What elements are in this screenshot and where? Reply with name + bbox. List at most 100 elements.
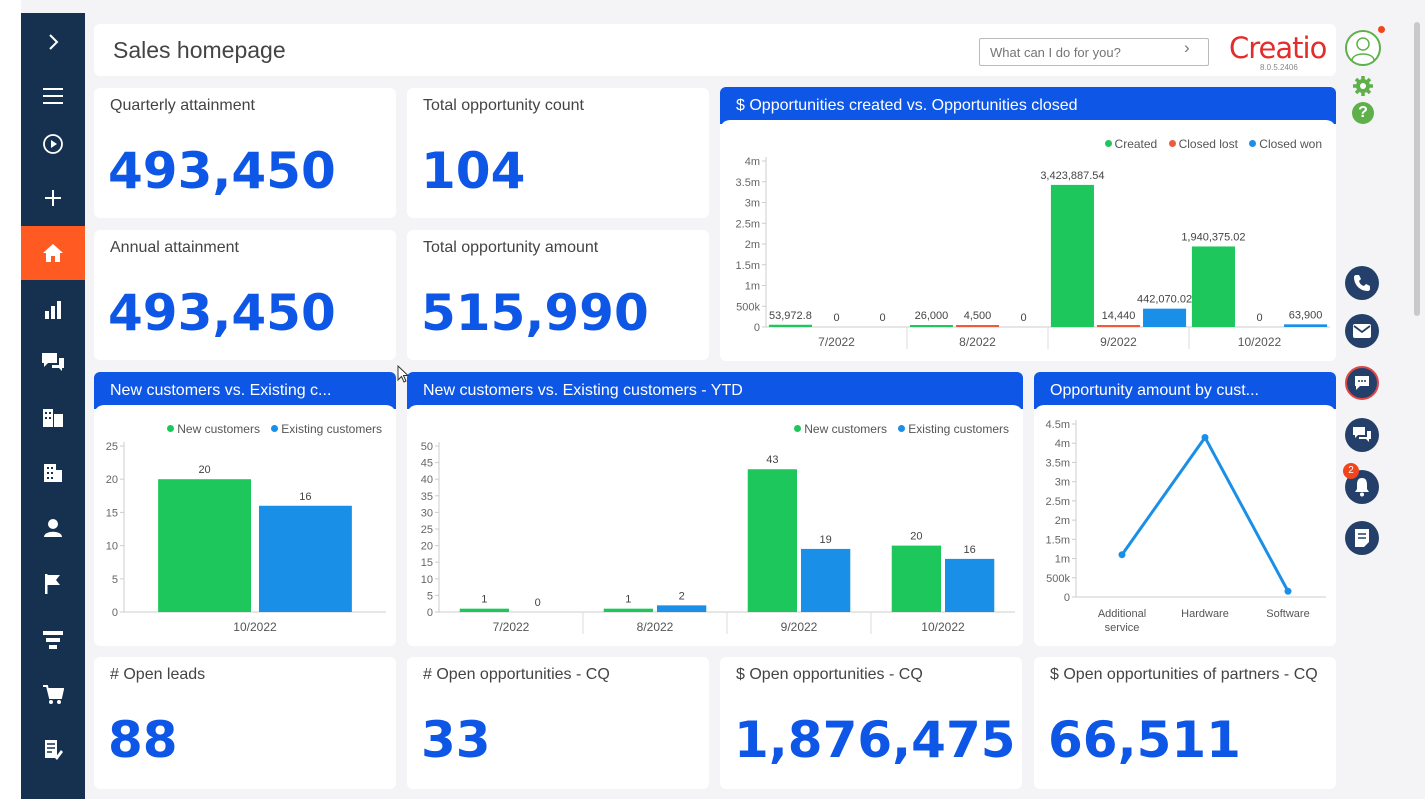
gear-icon [1353,76,1373,96]
sidebar-item-home[interactable] [21,226,85,280]
profile-button[interactable] [1345,30,1381,66]
notification-count-badge: 2 [1343,463,1359,479]
metric-value: 104 [421,142,526,200]
metric-card-quarterly-attainment[interactable]: Quarterly attainment 493,450 [94,88,396,218]
scrollbar-thumb[interactable] [1414,22,1420,316]
sidebar-item-companies[interactable] [21,446,85,500]
chart-card-amount-by-customer[interactable]: Opportunity amount by cust... 0 500k 1m 1.5… [1034,372,1336,646]
y-tick-label: 40 [421,474,433,486]
chart-plot: 051015202530354045507/20221 08/20221 29/20… [421,441,1015,634]
sidebar-item-contacts[interactable] [21,501,85,555]
sidebar-item-analytics[interactable] [21,283,85,337]
chat-icon [1355,376,1369,390]
y-tick-label: 4m [1055,438,1070,450]
document-edit-icon [45,740,63,760]
chart-plot: 0 500k 1m 1.5m 2m 2.5m 3m 3.5m 4m 7/2022 53,972.8 0… [736,156,1330,349]
sidebar [21,13,85,799]
chart-card-new-vs-existing[interactable]: New customers vs. Existing c... New cust… [94,372,396,646]
x-tick-label: 10/2022 [1238,335,1282,349]
y-tick-label: 3.5m [1046,457,1070,469]
data-label: 20 [198,464,210,476]
expand-sidebar-button[interactable] [21,15,85,69]
contact-icon [44,519,62,537]
y-tick-label: 1.5m [736,260,760,272]
bar [459,608,509,612]
cart-icon [43,685,64,704]
y-tick-label: 2.5m [736,218,760,230]
x-tick-label: 7/2022 [818,335,855,349]
metric-card-open-opportunities-amount-cq[interactable]: $ Open opportunities - CQ 1,876,475 [720,657,1022,789]
flag-icon [45,574,60,594]
x-tick-label: 10/2022 [921,620,965,634]
data-label: 53,972.8 [769,310,812,322]
x-tick-label: 8/2022 [959,335,996,349]
metric-title: Annual attainment [110,239,239,256]
data-label: 442,070.02 [1137,294,1192,306]
data-label: 20 [910,531,922,543]
top-bar: Sales homepage › Creatio 8.0.5.2406 [94,24,1336,76]
y-tick-label: 50 [421,441,433,453]
y-tick-label: 1m [745,281,760,293]
metric-card-open-opportunities-cq[interactable]: # Open opportunities - CQ 33 [407,657,709,789]
y-tick-label: 1.5m [1046,534,1070,546]
x-tick-label: 8/2022 [637,620,674,634]
y-tick-label: 2.5m [1046,496,1070,508]
data-point [1201,433,1209,441]
y-tick-label: 500k [1046,573,1070,585]
bar [801,548,851,612]
settings-button[interactable] [1352,75,1374,102]
phone-button[interactable] [1345,266,1379,300]
x-tick-label: 9/2022 [781,620,818,634]
bar [955,325,1000,327]
chart-plot: 0 500k 1m 1.5m 2m 2.5m 3m 3.5m 4m 4.5m Additional s… [1046,419,1326,634]
accounts-icon [43,409,63,427]
email-button[interactable] [1345,314,1379,348]
y-tick-label: 1m [1055,554,1070,566]
feed-button[interactable] [1345,418,1379,452]
metric-card-annual-attainment[interactable]: Annual attainment 493,450 [94,230,396,360]
home-icon [43,244,63,262]
process-button[interactable] [21,117,85,171]
metric-card-total-opportunity-amount[interactable]: Total opportunity amount 515,990 [407,230,709,360]
play-icon [43,134,63,154]
bar [909,325,953,327]
add-button[interactable] [21,171,85,225]
sidebar-item-documents[interactable] [21,723,85,777]
y-tick-label: 2m [745,239,760,251]
metric-card-open-leads[interactable]: # Open leads 88 [94,657,396,789]
metric-title: $ Open opportunities of partners - CQ [1050,666,1318,683]
x-tick-label: Hardware [1181,608,1229,620]
data-label: 26,000 [915,310,949,322]
y-tick-label: 3m [1055,477,1070,489]
tasks-button[interactable] [1345,521,1379,555]
metric-card-total-opportunity-count[interactable]: Total opportunity count 104 [407,88,709,218]
data-label: 0 [833,312,839,324]
metric-title: Total opportunity count [423,97,584,114]
bar [747,469,797,612]
y-tick-label: 5 [112,574,118,586]
chat-button[interactable] [1345,366,1379,400]
x-tick-label: Additional [1098,608,1146,620]
data-label: 14,440 [1102,310,1136,322]
metric-value: 66,511 [1048,711,1241,769]
sidebar-item-orders[interactable] [21,668,85,722]
menu-button[interactable] [21,69,85,123]
sidebar-item-leads[interactable] [21,557,85,611]
metric-card-open-opportunities-partners-cq[interactable]: $ Open opportunities of partners - CQ 66… [1034,657,1336,789]
data-label: 1 [481,594,487,606]
y-tick-label: 20 [106,474,118,486]
bar [1143,308,1187,327]
help-button[interactable]: ? [1352,102,1374,124]
y-tick-label: 3.5m [736,177,760,189]
data-label: 1 [625,594,631,606]
command-search-input[interactable] [979,38,1209,66]
chart-card-new-vs-existing-ytd[interactable]: New customers vs. Existing customers - Y… [407,372,1023,646]
metric-value: 1,876,475 [734,711,1016,769]
chart-card-opportunities-created-closed[interactable]: $ Opportunities created vs. Opportunitie… [720,87,1336,361]
sidebar-item-accounts[interactable] [21,391,85,445]
sidebar-item-feed[interactable] [21,335,85,389]
menu-icon [43,88,63,104]
search-submit-icon[interactable]: › [1184,38,1190,58]
sidebar-item-opportunities[interactable] [21,613,85,667]
app-window: Sales homepage › Creatio 8.0.5.2406 Quar… [0,0,1425,799]
